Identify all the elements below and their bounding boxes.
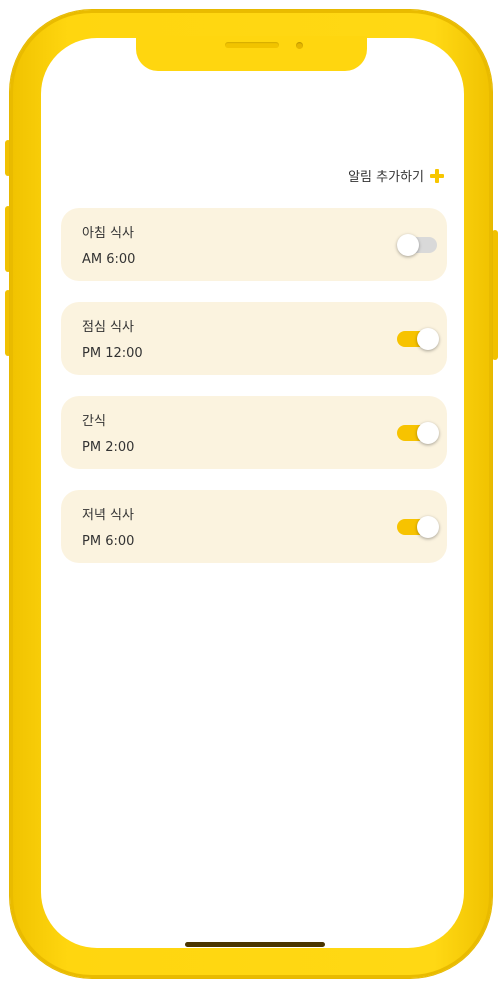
- toggle-knob: [417, 328, 439, 350]
- alarm-card-dinner[interactable]: 저녁 식사 PM 6:00: [61, 490, 447, 563]
- alarm-name: 점심 식사: [82, 320, 134, 335]
- toggle-knob: [417, 516, 439, 538]
- alarm-time: AM 6:00: [82, 252, 136, 267]
- add-alarm-label: 알림 추가하기: [348, 170, 424, 185]
- home-indicator[interactable]: [185, 942, 325, 947]
- alarm-toggle[interactable]: [397, 516, 439, 538]
- alarm-name: 저녁 식사: [82, 508, 134, 523]
- alarm-toggle[interactable]: [397, 328, 439, 350]
- alarm-time: PM 6:00: [82, 534, 135, 549]
- alarm-toggle[interactable]: [397, 422, 439, 444]
- front-camera: [296, 42, 303, 49]
- plus-icon: [430, 168, 444, 183]
- alarm-name: 아침 식사: [82, 226, 134, 241]
- toggle-knob: [417, 422, 439, 444]
- power-button: [492, 230, 498, 360]
- alarm-name: 간식: [82, 414, 106, 429]
- phone-mockup: 알림 추가하기 아침 식사 AM 6:00 점심 식사 PM 12:00 간식 …: [0, 0, 502, 990]
- alarm-time: PM 12:00: [82, 346, 143, 361]
- alarm-card-snack[interactable]: 간식 PM 2:00: [61, 396, 447, 469]
- alarm-toggle[interactable]: [397, 234, 439, 256]
- alarm-card-lunch[interactable]: 점심 식사 PM 12:00: [61, 302, 447, 375]
- add-alarm-button[interactable]: 알림 추가하기: [348, 166, 444, 185]
- alarm-card-breakfast[interactable]: 아침 식사 AM 6:00: [61, 208, 447, 281]
- speaker-grille: [225, 42, 279, 48]
- toggle-knob: [397, 234, 419, 256]
- alarm-time: PM 2:00: [82, 440, 135, 455]
